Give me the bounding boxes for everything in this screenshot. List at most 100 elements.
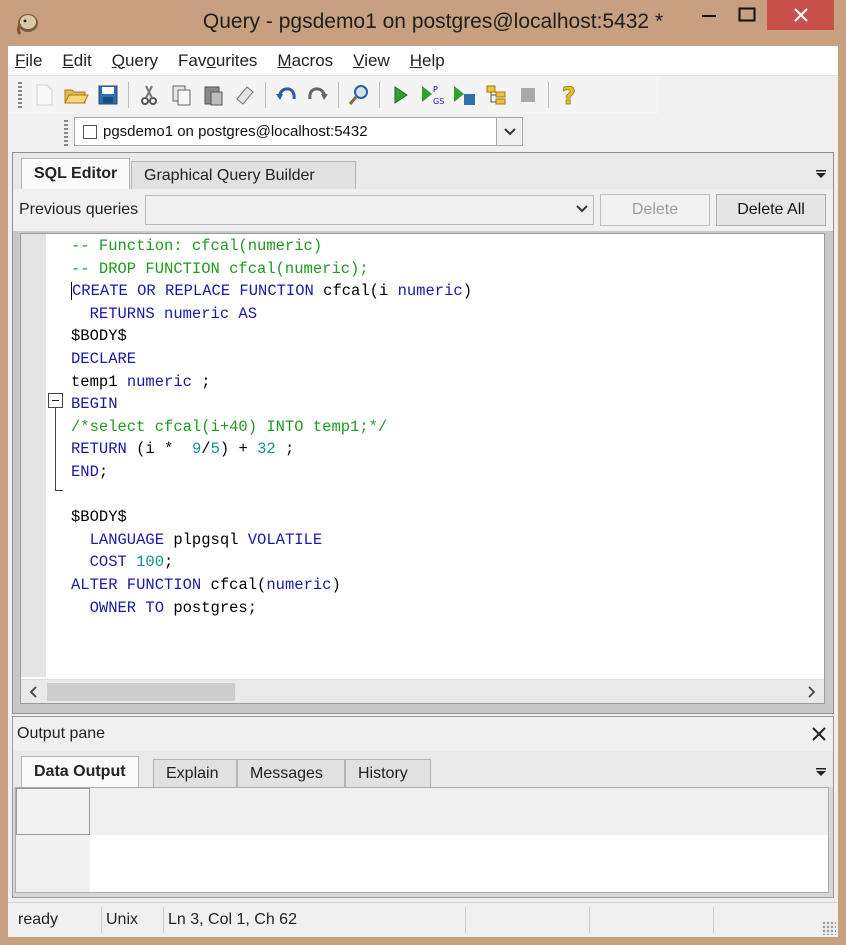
- copy-icon[interactable]: [165, 79, 197, 111]
- title-bar: Query - pgsdemo1 on postgres@localhost:5…: [0, 0, 846, 46]
- status-state: ready: [14, 907, 102, 933]
- svg-text:?: ?: [562, 82, 576, 108]
- scroll-right-icon[interactable]: [800, 680, 824, 704]
- data-output-grid[interactable]: [15, 787, 829, 893]
- scroll-left-icon[interactable]: [21, 680, 45, 704]
- save-icon[interactable]: [92, 79, 124, 111]
- paste-icon[interactable]: [197, 79, 229, 111]
- code-token: postgres;: [164, 598, 258, 617]
- code-token: -- Function: cfcal(numeric): [71, 237, 323, 255]
- tab-menu-icon[interactable]: [815, 765, 827, 777]
- minimize-icon: [702, 15, 716, 17]
- execute-pgscript-icon[interactable]: P GS: [416, 79, 448, 111]
- cancel-query-icon[interactable]: [512, 79, 544, 111]
- svg-text:P: P: [433, 85, 438, 94]
- close-output-pane-button[interactable]: [809, 724, 829, 744]
- tab-explain[interactable]: Explain: [153, 759, 237, 787]
- delete-button[interactable]: Delete: [600, 194, 710, 226]
- code-token: ;: [191, 372, 211, 391]
- maximize-button[interactable]: [730, 0, 764, 30]
- code-token: END: [71, 462, 99, 481]
- execute-to-file-icon[interactable]: [448, 79, 480, 111]
- tab-data-output[interactable]: Data Output: [21, 756, 139, 787]
- tab-messages[interactable]: Messages: [237, 759, 345, 787]
- explain-icon[interactable]: [480, 79, 512, 111]
- find-icon[interactable]: [343, 79, 375, 111]
- redo-icon[interactable]: [302, 79, 334, 111]
- code-token: ): [331, 575, 341, 594]
- toolbar-separator: [338, 82, 339, 108]
- svg-text:GS: GS: [433, 97, 444, 106]
- output-tab-strip: Data Output Explain Messages History: [13, 751, 833, 787]
- code-token: LANGUAGE: [71, 530, 165, 549]
- code-token: (i *: [126, 440, 192, 459]
- code-token: 100: [136, 553, 165, 572]
- scrollbar-thumb[interactable]: [47, 683, 235, 701]
- clear-icon[interactable]: [229, 79, 261, 111]
- fold-end: [55, 490, 63, 491]
- code-token: RETURNS numeric AS: [71, 304, 258, 323]
- code-token: temp1: [71, 372, 127, 391]
- previous-queries-select[interactable]: [145, 195, 594, 225]
- menu-edit[interactable]: Edit: [62, 51, 91, 71]
- code-token: numeric: [266, 575, 332, 594]
- code-token: numeric: [397, 282, 463, 301]
- toolbar-grip[interactable]: [18, 82, 22, 108]
- chevron-down-icon[interactable]: [496, 118, 522, 145]
- previous-queries-label: Previous queries: [19, 201, 139, 218]
- help-icon[interactable]: ?: [553, 79, 585, 111]
- code-token: ALTER FUNCTION: [71, 575, 202, 594]
- minimize-button[interactable]: [688, 0, 730, 30]
- connection-select[interactable]: pgsdemo1 on postgres@localhost:5432: [74, 117, 523, 146]
- tab-menu-icon[interactable]: [815, 167, 827, 179]
- menu-file[interactable]: File: [15, 51, 42, 71]
- code-line: $BODY$: [71, 506, 472, 529]
- code-token: 5: [210, 440, 220, 459]
- code-token: /: [201, 440, 211, 459]
- menu-help[interactable]: Help: [410, 51, 445, 71]
- resize-grip-icon[interactable]: [822, 921, 836, 935]
- open-folder-icon[interactable]: [60, 79, 92, 111]
- code-token: -- DROP FUNCTION cfcal(numeric);: [71, 259, 369, 278]
- undo-icon[interactable]: [270, 79, 302, 111]
- grid-corner-cell[interactable]: [16, 788, 90, 835]
- execute-icon[interactable]: [384, 79, 416, 111]
- code-token: CREATE OR REPLACE FUNCTION: [71, 282, 314, 301]
- code-line: CREATE OR REPLACE FUNCTION cfcal(i numer…: [71, 280, 472, 303]
- horizontal-scrollbar[interactable]: [21, 679, 824, 703]
- delete-all-button[interactable]: Delete All: [716, 194, 826, 226]
- grid-column-header: [90, 788, 828, 835]
- new-file-icon[interactable]: [28, 79, 60, 111]
- code-line: -- Function: cfcal(numeric): [71, 235, 472, 258]
- code-token: 32: [257, 440, 276, 459]
- close-icon: [812, 727, 826, 741]
- menu-query[interactable]: Query: [112, 51, 158, 71]
- tab-sql-editor[interactable]: SQL Editor: [21, 158, 131, 189]
- tab-graphical-query-builder[interactable]: Graphical Query Builder: [131, 161, 356, 189]
- code-token: numeric: [126, 372, 192, 391]
- connection-toolbar-grip[interactable]: [64, 120, 68, 146]
- code-token: plpgsql: [164, 530, 248, 549]
- close-button[interactable]: [767, 0, 834, 30]
- menu-favourites[interactable]: Favourites: [178, 51, 257, 71]
- chevron-down-icon[interactable]: [575, 202, 589, 221]
- menu-view[interactable]: View: [353, 51, 390, 71]
- status-cell-empty: [466, 907, 590, 933]
- code-line: END;: [71, 461, 472, 484]
- tab-history[interactable]: History: [345, 759, 431, 787]
- status-bar: ready Unix Ln 3, Col 1, Ch 62: [8, 902, 838, 937]
- menu-macros[interactable]: Macros: [277, 51, 333, 71]
- output-pane-title: Output pane: [17, 725, 106, 742]
- output-pane: Output pane Data Output Explain Messages…: [12, 716, 834, 898]
- fold-collapse-icon[interactable]: [48, 393, 63, 408]
- code-line: /*select cfcal(i+40) INTO temp1;*/: [71, 416, 472, 439]
- code-line: COST 100;: [71, 551, 472, 574]
- sql-code-editor[interactable]: -- Function: cfcal(numeric) -- DROP FUNCT…: [20, 233, 825, 704]
- cut-icon[interactable]: [133, 79, 165, 111]
- window-client-area: File Edit Query Favourites Macros View H…: [8, 46, 838, 937]
- code-token: OWNER TO: [71, 598, 165, 617]
- toolbar-separator: [265, 82, 266, 108]
- code-line: LANGUAGE plpgsql VOLATILE: [71, 529, 472, 552]
- sql-editor-panel: SQL Editor Graphical Query Builder Previ…: [12, 152, 834, 714]
